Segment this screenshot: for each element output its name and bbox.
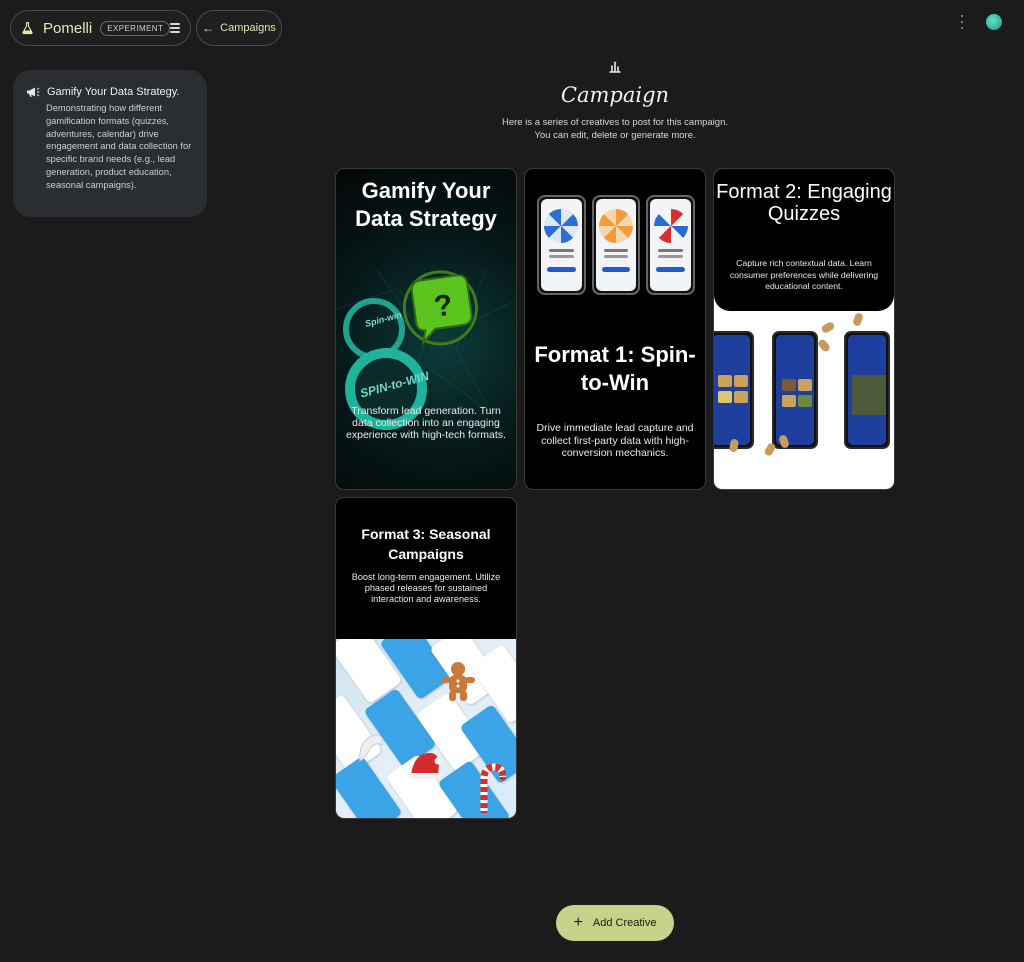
plus-icon: + — [573, 914, 583, 931]
back-button-label: Campaigns — [220, 22, 276, 34]
card-3-title: Format 2: Engaging Quizzes — [716, 181, 892, 225]
avatar[interactable] — [986, 14, 1002, 30]
card-1-description: Transform lead generation. Turn data col… — [346, 405, 506, 441]
subtitle-line-1: Here is a series of creatives to post fo… — [502, 117, 728, 128]
card-2-description: Drive immediate lead capture and collect… — [536, 422, 694, 459]
subtitle-line-2: You can edit, delete or generate more. — [534, 130, 696, 141]
more-vert-icon[interactable] — [958, 15, 966, 29]
add-creative-label: Add Creative — [592, 917, 657, 929]
spin-phones-image — [537, 195, 696, 295]
arrow-left-icon: ← — [202, 21, 215, 35]
creative-card-2[interactable]: Format 1: Spin-to-Win Drive immediate le… — [524, 168, 706, 490]
card-3-description: Capture rich contextual data. Learn cons… — [729, 258, 879, 291]
creative-card-4[interactable]: Format 3: Seasonal Campaigns Boost long-… — [335, 497, 517, 819]
campaign-brief-card: Gamify Your Data Strategy. Demonstrating… — [13, 70, 207, 217]
app-name: Pomelli — [43, 19, 93, 37]
app-brand-pill: Pomelli EXPERIMENT — [10, 10, 191, 46]
card-4-description: Boost long-term engagement. Utilize phas… — [351, 572, 501, 605]
card-3-header: Format 2: Engaging Quizzes Capture rich … — [714, 169, 894, 311]
creative-card-1[interactable]: Gamify Your Data Strategy Spin-win SPIN-… — [335, 168, 517, 490]
back-to-campaigns-button[interactable]: ← Campaigns — [196, 10, 282, 46]
brief-title: Gamify Your Data Strategy. — [47, 86, 180, 98]
card-1-spin-text-small: Spin-win — [364, 309, 403, 328]
seasonal-collage-image — [336, 639, 516, 818]
creative-card-3[interactable]: Format 2: Engaging Quizzes Capture rich … — [713, 168, 895, 490]
flask-icon — [22, 22, 33, 35]
quiz-phones-image — [714, 312, 894, 458]
megaphone-icon — [27, 87, 40, 97]
card-2-title: Format 1: Spin-to-Win — [534, 342, 696, 395]
campaign-sparkle-icon — [609, 61, 621, 73]
card-1-title: Gamify Your Data Strategy — [355, 178, 497, 231]
card-4-title: Format 3: Seasonal Campaigns — [361, 526, 491, 562]
menu-icon[interactable] — [170, 23, 180, 33]
brief-description: Demonstrating how different gamification… — [46, 103, 192, 190]
page-title: Campaign — [560, 83, 670, 107]
experiment-badge: EXPERIMENT — [100, 20, 171, 36]
add-creative-button[interactable]: + Add Creative — [556, 905, 674, 941]
page-subtitle: Here is a series of creatives to post fo… — [465, 116, 765, 142]
